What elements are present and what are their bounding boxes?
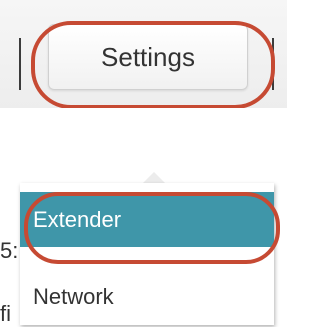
tab-settings[interactable]: Settings (48, 24, 248, 90)
nav-divider-right (272, 38, 274, 90)
settings-dropdown-menu: Extender Network (20, 183, 274, 325)
top-navigation-bar: Settings (0, 0, 287, 108)
menu-item-extender-label: Extender (33, 206, 122, 232)
background-text-fragment-top: 5: (0, 238, 19, 263)
tab-settings-label: Settings (101, 41, 195, 72)
nav-divider-left (19, 38, 21, 90)
menu-item-extender[interactable]: Extender (20, 192, 274, 247)
background-text-fragment-bottom: fi (0, 301, 11, 326)
menu-item-network[interactable]: Network (20, 269, 274, 324)
menu-item-network-label: Network (33, 283, 114, 309)
